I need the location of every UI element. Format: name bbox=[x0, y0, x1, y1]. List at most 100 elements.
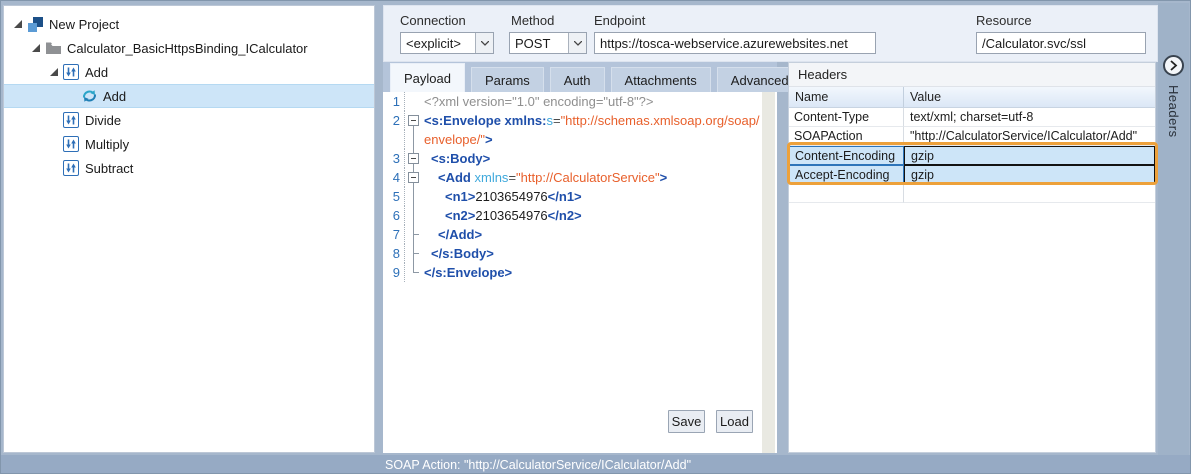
code-text: <s:Envelope xmlns:s="http://schemas.xmls… bbox=[422, 111, 760, 130]
project-icon bbox=[26, 15, 44, 33]
tree-expander-icon[interactable] bbox=[12, 18, 24, 30]
fold-guide bbox=[405, 225, 422, 244]
code-text: <?xml version="1.0" encoding="utf-8"?> bbox=[422, 92, 654, 111]
connection-select[interactable]: <explicit> bbox=[400, 32, 494, 54]
header-name-cell[interactable] bbox=[789, 184, 904, 203]
tab-auth[interactable]: Auth bbox=[550, 67, 605, 92]
headers-panel-title: Headers bbox=[789, 63, 1155, 87]
line-number: 5 bbox=[383, 187, 405, 206]
column-header-value[interactable]: Value bbox=[904, 87, 1155, 107]
header-value-cell[interactable]: "http://CalculatorService/ICalculator/Ad… bbox=[904, 127, 1155, 146]
fold-collapse-icon[interactable] bbox=[405, 149, 422, 168]
code-text: </s:Body> bbox=[422, 244, 494, 263]
method-select[interactable]: POST bbox=[509, 32, 587, 54]
tab-params[interactable]: Params bbox=[471, 67, 544, 92]
header-name-cell[interactable]: Content-Encoding bbox=[789, 146, 904, 165]
tree-item-calculator-basichttpsbinding-icalculator[interactable]: Calculator_BasicHttpsBinding_ICalculator bbox=[4, 36, 374, 60]
headers-dock-tab[interactable]: Headers bbox=[1166, 85, 1181, 138]
save-button[interactable]: Save bbox=[668, 410, 705, 433]
method-label: Method bbox=[511, 13, 554, 28]
tree-item-label: Divide bbox=[85, 113, 121, 128]
header-name-cell[interactable]: Accept-Encoding bbox=[789, 165, 904, 184]
tree-item-label: New Project bbox=[49, 17, 119, 32]
column-header-name[interactable]: Name bbox=[789, 87, 904, 107]
header-name-cell[interactable]: SOAPAction bbox=[789, 127, 904, 146]
endpoint-input[interactable] bbox=[594, 32, 876, 54]
tab-payload[interactable]: Payload bbox=[390, 63, 465, 92]
resource-input[interactable] bbox=[976, 32, 1146, 54]
line-number: 3 bbox=[383, 149, 405, 168]
header-value-cell[interactable]: gzip bbox=[904, 165, 1155, 184]
code-line: envelope/"> bbox=[383, 130, 777, 149]
header-row-content-type: Content-Typetext/xml; charset=utf-8 bbox=[789, 108, 1155, 127]
tree-item-subtract[interactable]: Subtract bbox=[4, 156, 374, 180]
xml-editor[interactable]: 1<?xml version="1.0" encoding="utf-8"?>2… bbox=[383, 92, 777, 453]
tree-item-label: Add bbox=[103, 89, 126, 104]
code-line: 2 <s:Envelope xmlns:s="http://schemas.xml… bbox=[383, 111, 777, 130]
operation-icon bbox=[62, 159, 80, 177]
tree-expander-icon[interactable] bbox=[48, 66, 60, 78]
resource-label: Resource bbox=[976, 13, 1032, 28]
operation-icon bbox=[62, 111, 80, 129]
load-button[interactable]: Load bbox=[716, 410, 753, 433]
fold-guide bbox=[405, 206, 422, 225]
line-number: 4 bbox=[383, 168, 405, 187]
header-row-empty bbox=[789, 184, 1155, 203]
tree-item-add[interactable]: Add bbox=[4, 60, 374, 84]
headers-grid-rows: Content-Typetext/xml; charset=utf-8SOAPA… bbox=[789, 108, 1155, 203]
tree-item-label: Calculator_BasicHttpsBinding_ICalculator bbox=[67, 41, 308, 56]
fold-collapse-icon[interactable] bbox=[405, 168, 422, 187]
folder-icon bbox=[44, 39, 62, 57]
connection-label: Connection bbox=[400, 13, 466, 28]
headers-grid-header: Name Value bbox=[789, 87, 1155, 108]
header-name-cell[interactable]: Content-Type bbox=[789, 108, 904, 127]
tree-item-multiply[interactable]: Multiply bbox=[4, 132, 374, 156]
fold-guide bbox=[405, 263, 422, 282]
request-toolbar: Connection Method Endpoint Resource <exp… bbox=[383, 5, 1158, 62]
line-number: 7 bbox=[383, 225, 405, 244]
endpoint-label: Endpoint bbox=[594, 13, 645, 28]
fold-guide bbox=[405, 130, 422, 149]
fold-collapse-icon[interactable] bbox=[405, 111, 422, 130]
line-number: 2 bbox=[383, 111, 405, 130]
code-line: 5<n1>2103654976</n1> bbox=[383, 187, 777, 206]
tree-expander-spacer bbox=[48, 162, 60, 174]
code-text: </s:Envelope> bbox=[422, 263, 512, 282]
tree-item-divide[interactable]: Divide bbox=[4, 108, 374, 132]
refresh-icon bbox=[80, 87, 98, 105]
header-row-accept-encoding: Accept-Encodinggzip bbox=[789, 165, 1155, 184]
code-line: 3<s:Body> bbox=[383, 149, 777, 168]
line-number: 1 bbox=[383, 92, 405, 111]
tree-item-add[interactable]: Add bbox=[4, 84, 374, 108]
line-number: 9 bbox=[383, 263, 405, 282]
tree-item-new-project[interactable]: New Project bbox=[4, 12, 374, 36]
expand-panel-button[interactable] bbox=[1163, 55, 1184, 76]
fold-guide bbox=[405, 244, 422, 263]
tree-expander-spacer bbox=[66, 90, 78, 102]
code-line: 1 <?xml version="1.0" encoding="utf-8"?> bbox=[383, 92, 777, 111]
header-value-cell[interactable] bbox=[904, 184, 1155, 203]
soap-action-status: SOAP Action: "http://CalculatorService/I… bbox=[385, 458, 691, 472]
header-row-content-encoding: Content-Encodinggzip bbox=[789, 146, 1155, 165]
tree-item-label: Subtract bbox=[85, 161, 133, 176]
header-value-cell[interactable]: gzip bbox=[904, 146, 1155, 165]
code-text: <Add xmlns="http://CalculatorService"> bbox=[422, 168, 667, 187]
tree-expander-spacer bbox=[48, 138, 60, 150]
chevron-down-icon[interactable] bbox=[475, 33, 493, 53]
tab-attachments[interactable]: Attachments bbox=[611, 67, 711, 92]
tree-expander-icon[interactable] bbox=[30, 42, 42, 54]
code-line: 8</s:Body> bbox=[383, 244, 777, 263]
chevron-down-icon[interactable] bbox=[568, 33, 586, 53]
operation-icon bbox=[62, 63, 80, 81]
code-text: <n2>2103654976</n2> bbox=[422, 206, 582, 225]
code-line: 6<n2>2103654976</n2> bbox=[383, 206, 777, 225]
tree-expander-spacer bbox=[48, 114, 60, 126]
fold-guide bbox=[405, 187, 422, 206]
project-tree: New Project Calculator_BasicHttpsBinding_… bbox=[4, 6, 374, 180]
status-bar: SOAP Action: "http://CalculatorService/I… bbox=[0, 455, 1191, 474]
code-line: 7 </Add> bbox=[383, 225, 777, 244]
code-text: </Add> bbox=[422, 225, 482, 244]
editor-scrollbar[interactable] bbox=[762, 92, 775, 453]
header-value-cell[interactable]: text/xml; charset=utf-8 bbox=[904, 108, 1155, 127]
fold-guide bbox=[405, 92, 422, 111]
